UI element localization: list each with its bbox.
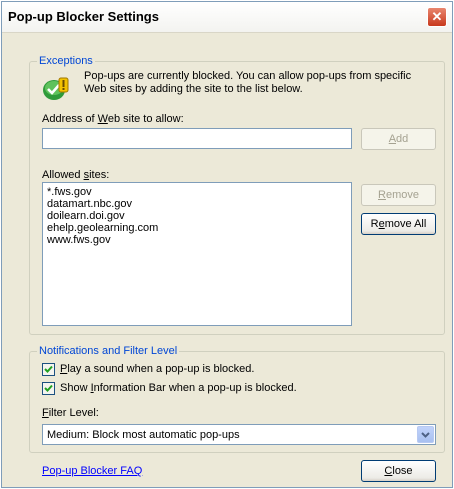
close-window-button[interactable]: ✕ <box>427 7 447 27</box>
list-item[interactable]: *.fws.gov <box>47 186 347 198</box>
info-text-line1: Pop-ups are currently blocked. You can a… <box>84 70 412 82</box>
list-item[interactable]: www.fws.gov <box>47 234 347 246</box>
play-sound-checkbox[interactable] <box>42 363 55 376</box>
add-button-label: dd <box>396 133 409 145</box>
address-label-accesskey: W <box>97 113 108 125</box>
address-input[interactable] <box>42 128 352 149</box>
security-shield-icon <box>43 77 69 100</box>
popup-blocker-dialog: Pop-up Blocker Settings ✕ Exceptions Pop… <box>1 1 453 488</box>
remove-button-accesskey: R <box>378 189 386 201</box>
dialog-title: Pop-up Blocker Settings <box>8 9 159 24</box>
show-info-bar-text: Show <box>60 382 91 394</box>
remove-all-label-part: move All <box>384 218 427 230</box>
add-button-accesskey: A <box>388 133 397 145</box>
allowed-sites-label-part: Allowed <box>42 169 84 181</box>
info-text-line2: Web sites by adding the site to the list… <box>84 83 303 95</box>
allowed-sites-list[interactable]: *.fws.gov datamart.nbc.gov doilearn.doi.… <box>42 182 352 326</box>
address-label: Address of Web site to allow: <box>42 113 184 125</box>
popup-blocker-faq-link[interactable]: Pop-up Blocker FAQ <box>42 465 142 477</box>
close-button-label: lose <box>392 465 413 477</box>
add-button[interactable]: Add <box>361 128 436 150</box>
show-info-bar-label[interactable]: Show Information Bar when a pop-up is bl… <box>60 382 297 394</box>
filter-level-label: Filter Level: <box>42 407 99 419</box>
filter-level-accesskey: F <box>42 407 49 419</box>
list-item[interactable]: datamart.nbc.gov <box>47 198 347 210</box>
list-item[interactable]: ehelp.geolearning.com <box>47 222 347 234</box>
exceptions-legend: Exceptions <box>37 55 95 67</box>
address-label-part: Address of <box>42 113 98 125</box>
show-info-bar-checkbox[interactable] <box>42 382 55 395</box>
remove-all-button[interactable]: Remove All <box>361 213 436 235</box>
show-info-bar-text: nformation Bar when a pop-up is blocked. <box>93 382 297 394</box>
address-label-part: eb site to allow: <box>107 113 184 125</box>
filter-level-text: ilter Level: <box>48 407 99 419</box>
close-button[interactable]: Close <box>361 460 436 482</box>
filter-level-value: Medium: Block most automatic pop-ups <box>47 429 240 441</box>
play-sound-label[interactable]: Play a sound when a pop-up is blocked. <box>60 363 254 375</box>
chevron-down-icon <box>421 432 430 438</box>
allowed-sites-label-part: ites: <box>89 169 110 181</box>
remove-button[interactable]: Remove <box>361 184 436 206</box>
allowed-sites-label: Allowed sites: <box>42 169 109 181</box>
title-bar[interactable]: Pop-up Blocker Settings ✕ <box>2 2 452 33</box>
dropdown-button[interactable] <box>417 426 434 443</box>
checkmark-icon <box>44 384 53 392</box>
remove-all-label-part: R <box>370 218 379 230</box>
close-icon: ✕ <box>431 9 443 24</box>
filter-level-select[interactable]: Medium: Block most automatic pop-ups <box>42 424 436 445</box>
notifications-legend: Notifications and Filter Level <box>37 345 180 357</box>
remove-button-label: emove <box>385 189 419 201</box>
list-item[interactable]: doilearn.doi.gov <box>47 210 347 222</box>
checkmark-icon <box>44 365 53 373</box>
play-sound-text: lay a sound when a pop-up is blocked. <box>67 363 255 375</box>
